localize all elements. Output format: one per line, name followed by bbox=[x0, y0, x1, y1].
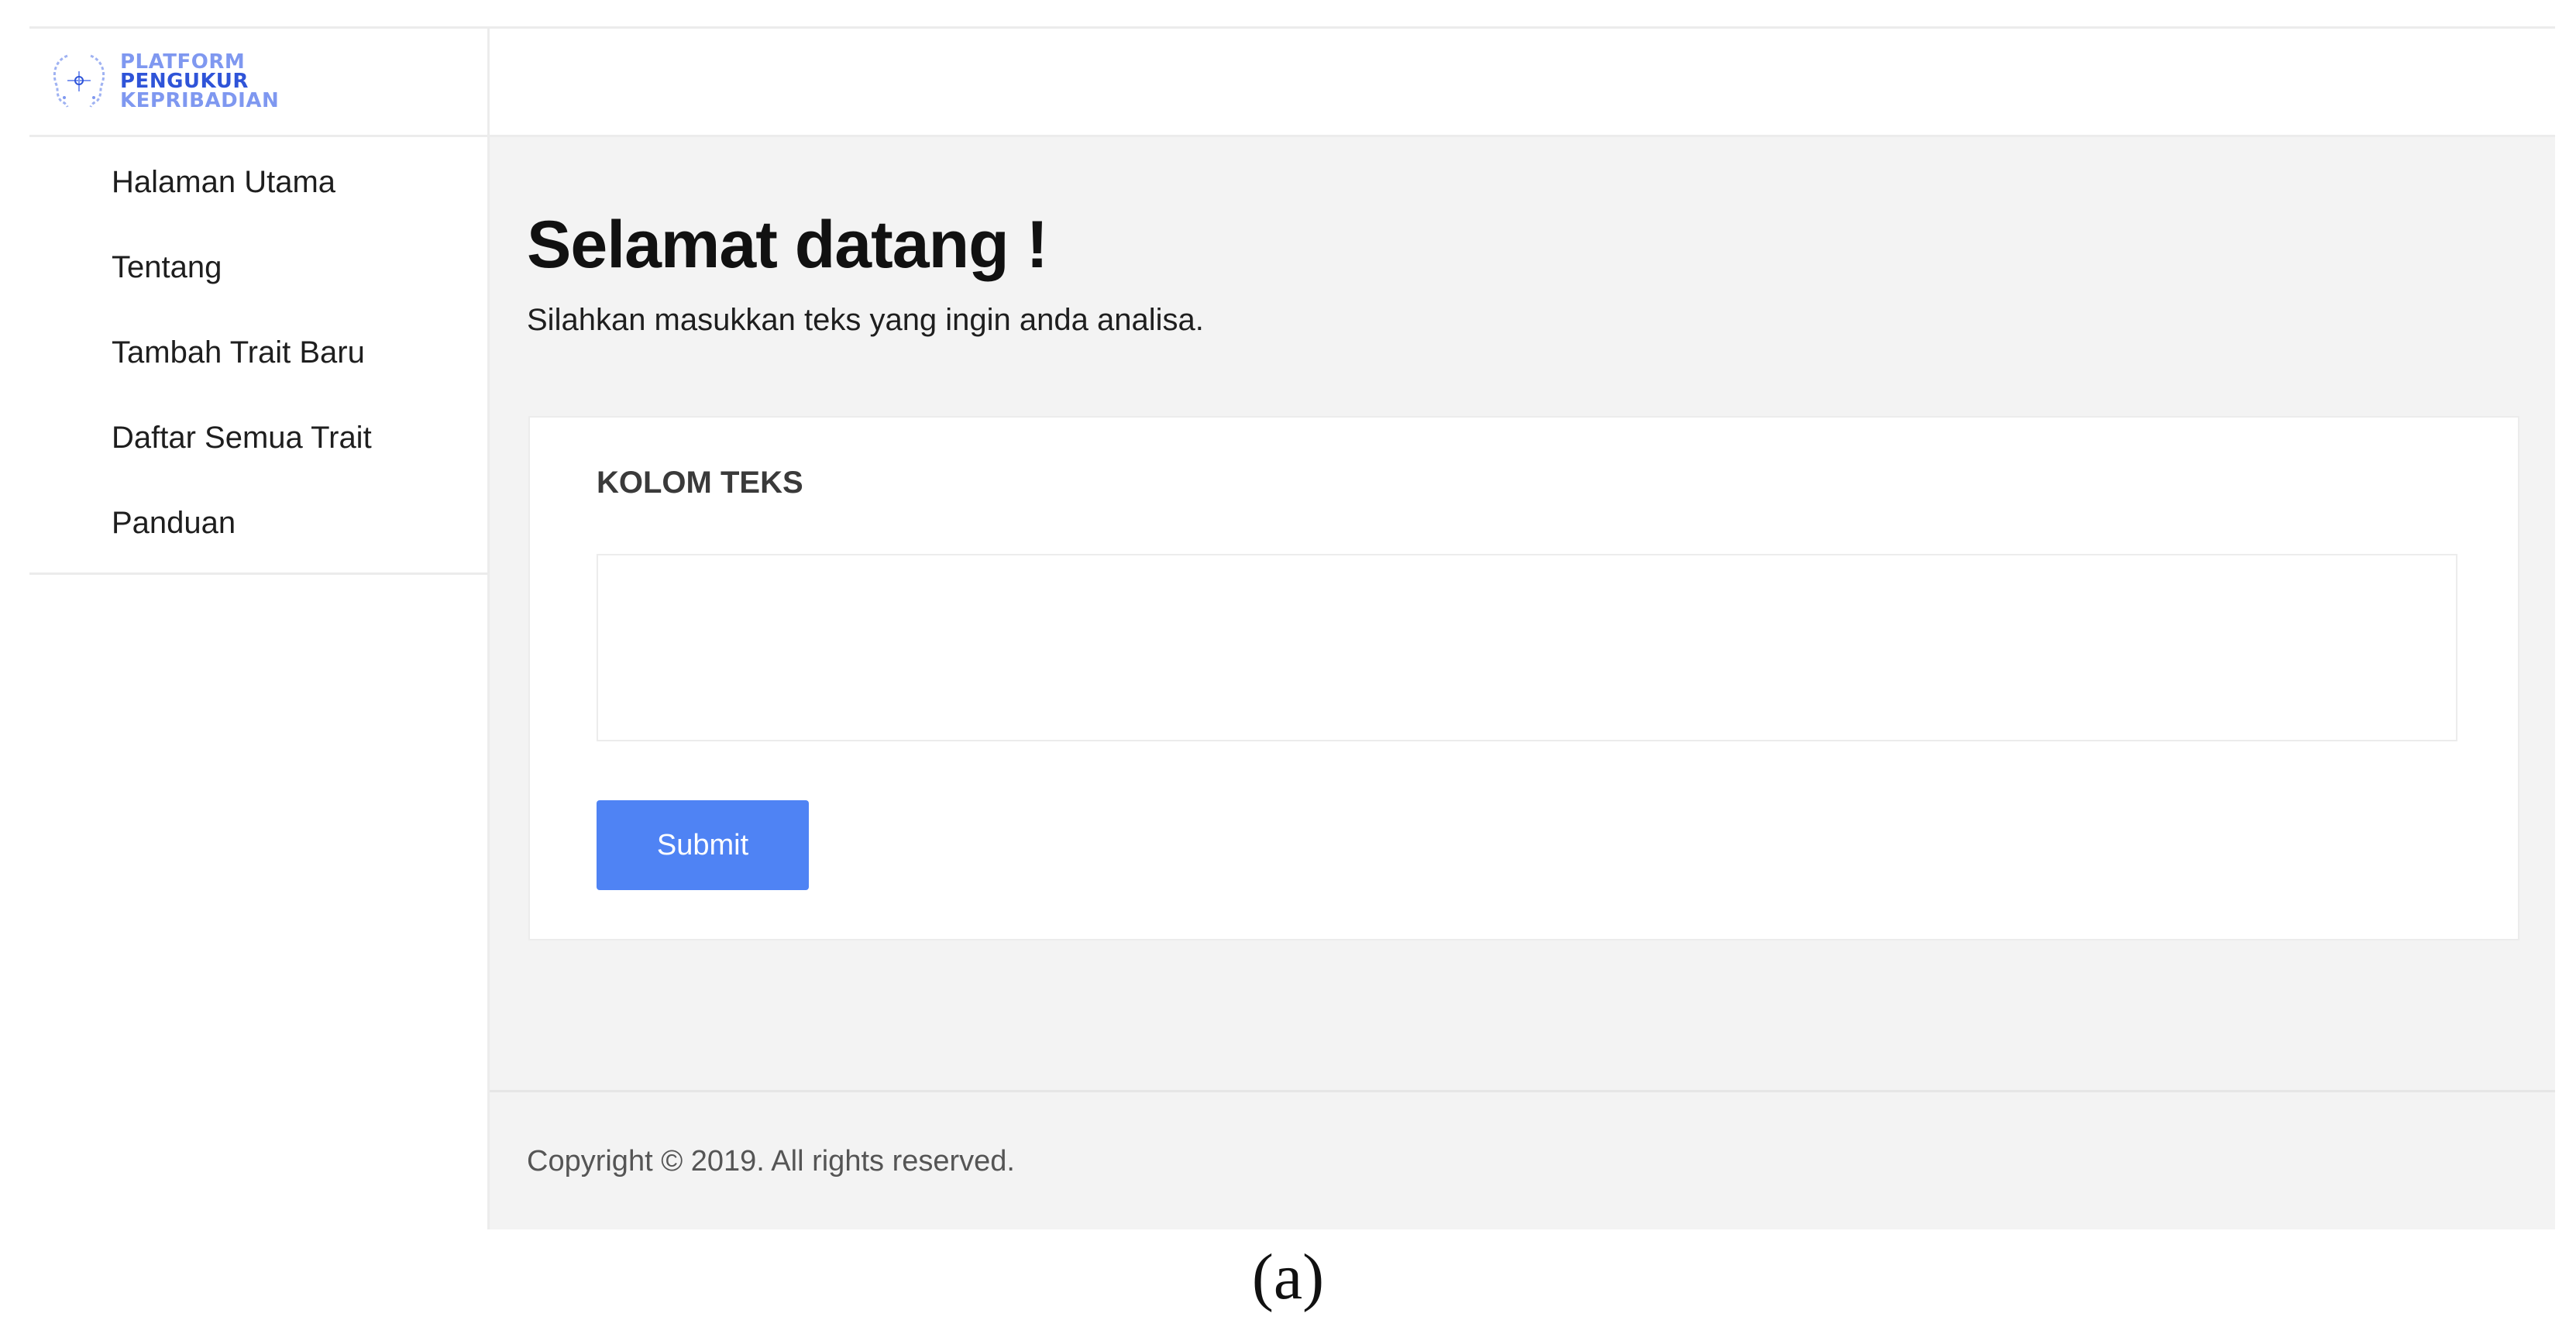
sidebar-header-divider bbox=[29, 135, 487, 137]
page-subtitle: Silahkan masukkan teks yang ingin anda a… bbox=[527, 303, 1204, 337]
sidebar-item-panduan[interactable]: Panduan bbox=[29, 480, 487, 566]
sidebar-nav: Halaman Utama Tentang Tambah Trait Baru … bbox=[29, 139, 487, 566]
text-input-card: KOLOM TEKS Submit bbox=[528, 416, 2519, 940]
main-content: Selamat datang ! Silahkan masukkan teks … bbox=[490, 137, 2555, 1090]
sidebar-item-daftar-semua-trait[interactable]: Daftar Semua Trait bbox=[29, 395, 487, 480]
top-header bbox=[490, 29, 2555, 135]
footer: Copyright © 2019. All rights reserved. bbox=[490, 1092, 2555, 1229]
submit-button[interactable]: Submit bbox=[597, 800, 809, 890]
head-profile-icon bbox=[53, 54, 105, 108]
logo-text: PLATFORM PENGUKUR KEPRIBADIAN bbox=[120, 50, 280, 112]
sidebar-item-halaman-utama[interactable]: Halaman Utama bbox=[29, 139, 487, 225]
text-field-label: KOLOM TEKS bbox=[597, 466, 803, 500]
sidebar-item-tambah-trait-baru[interactable]: Tambah Trait Baru bbox=[29, 310, 487, 395]
sidebar-nav-divider bbox=[29, 572, 487, 575]
figure-caption: (a) bbox=[1251, 1241, 1325, 1313]
copyright-text: Copyright © 2019. All rights reserved. bbox=[527, 1145, 1015, 1178]
sidebar-item-tentang[interactable]: Tentang bbox=[29, 225, 487, 310]
logo-line-platform: PLATFORM bbox=[120, 50, 246, 74]
logo-line-pengukur: PENGUKUR bbox=[120, 69, 249, 93]
logo-line-kepribadian: KEPRIBADIAN bbox=[120, 88, 280, 112]
text-input-area[interactable] bbox=[597, 554, 2457, 741]
logo[interactable]: PLATFORM PENGUKUR KEPRIBADIAN bbox=[44, 31, 354, 132]
page-title: Selamat datang ! bbox=[527, 208, 1048, 282]
